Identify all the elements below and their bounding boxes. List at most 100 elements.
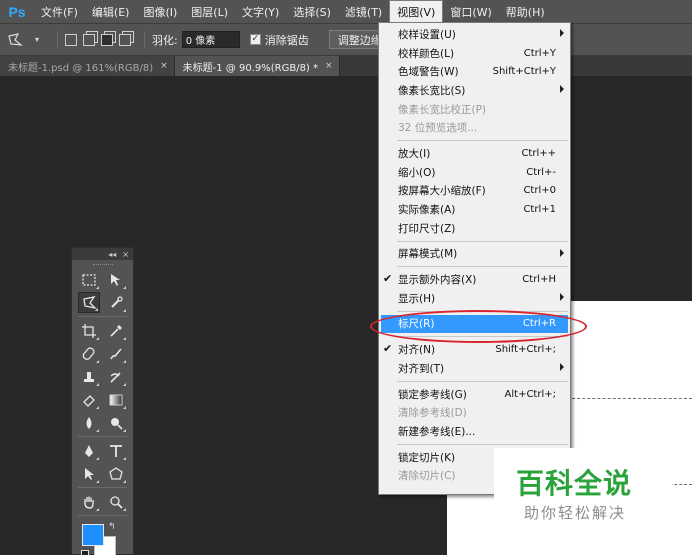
- menu-item-label: 对齐(N): [398, 344, 436, 357]
- close-tab-icon[interactable]: ×: [325, 61, 333, 71]
- menu-item[interactable]: ✔ 对齐(N) Shift+Ctrl+;: [379, 340, 570, 359]
- menu-item: 像素长宽比校正(P): [379, 100, 570, 119]
- close-icon[interactable]: ×: [122, 250, 129, 259]
- view-menu-dropdown: 校样设置(U) 校样颜色(L) Ctrl+Y 色域警告(W) Shift+Ctrl+Y 像…: [378, 22, 571, 495]
- subtract-selection-icon[interactable]: [101, 33, 113, 46]
- polygon-lasso-preset-icon[interactable]: [6, 31, 24, 49]
- feather-label: 羽化:: [152, 33, 178, 47]
- menu-2[interactable]: 图像(I): [136, 0, 184, 24]
- menu-item-shortcut: Shift+Ctrl+Y: [492, 66, 556, 78]
- submenu-arrow-icon: [560, 363, 564, 371]
- menu-6[interactable]: 滤镜(T): [338, 0, 389, 24]
- document-tab[interactable]: 未标题-1 @ 90.9%(RGB/8) * ×: [174, 56, 340, 76]
- menu-item-shortcut: Alt+Ctrl+;: [504, 388, 556, 400]
- path-select-icon[interactable]: [78, 463, 100, 484]
- menu-0[interactable]: 文件(F): [34, 0, 85, 24]
- menu-item-shortcut: Ctrl+Y: [523, 47, 556, 59]
- zoom-icon[interactable]: [105, 491, 127, 512]
- menu-separator: [397, 380, 568, 382]
- clone-stamp-icon[interactable]: [78, 366, 100, 387]
- menu-5[interactable]: 选择(S): [286, 0, 338, 24]
- history-brush-icon[interactable]: [105, 366, 127, 387]
- menu-item-label: 清除参考线(D): [398, 407, 467, 420]
- menu-9[interactable]: 帮助(H): [499, 0, 552, 24]
- menu-item-label: 锁定参考线(G): [398, 388, 467, 401]
- tool-row: [72, 291, 133, 314]
- close-tab-icon[interactable]: ×: [160, 61, 168, 71]
- menu-item-label: 像素长宽比(S): [398, 84, 466, 97]
- menu-item[interactable]: 按屏幕大小缩放(F) Ctrl+0: [379, 182, 570, 201]
- pen-icon[interactable]: [78, 440, 100, 461]
- menu-item-shortcut: Shift+Ctrl+;: [495, 344, 556, 356]
- hand-icon[interactable]: [78, 491, 100, 512]
- menu-item[interactable]: 色域警告(W) Shift+Ctrl+Y: [379, 62, 570, 81]
- menu-3[interactable]: 图层(L): [184, 0, 235, 24]
- submenu-arrow-icon: [560, 292, 564, 301]
- menu-1[interactable]: 编辑(E): [85, 0, 137, 24]
- intersect-selection-icon[interactable]: [119, 33, 131, 46]
- menu-item: 32 位预览选项...: [379, 118, 570, 137]
- menu-item[interactable]: 校样设置(U): [379, 25, 570, 44]
- dodge-icon[interactable]: [105, 412, 127, 433]
- quick-select-icon[interactable]: [105, 292, 127, 313]
- menu-item-label: 显示(H): [398, 292, 436, 305]
- divider: [78, 436, 127, 437]
- menu-item-shortcut: Ctrl+-: [526, 166, 556, 178]
- menu-item-label: 色域警告(W): [398, 66, 459, 79]
- menu-item[interactable]: 实际像素(A) Ctrl+1: [379, 200, 570, 219]
- menu-items: 文件(F) 编辑(E) 图像(I) 图层(L) 文字(Y) 选择(S) 滤镜(T) 视图(V)…: [34, 0, 552, 24]
- menu-item[interactable]: 像素长宽比(S): [379, 81, 570, 100]
- healing-brush-icon[interactable]: [78, 343, 100, 364]
- tool-row: [72, 439, 133, 462]
- menu-item[interactable]: 校样颜色(L) Ctrl+Y: [379, 44, 570, 63]
- watermark-subtitle: 助你轻松解决: [524, 504, 627, 522]
- eraser-icon[interactable]: [78, 389, 100, 410]
- collapse-icon[interactable]: ◂◂: [108, 250, 116, 259]
- drag-handle[interactable]: [72, 260, 133, 268]
- divider: [78, 487, 127, 488]
- crop-icon[interactable]: [78, 320, 100, 341]
- menu-7[interactable]: 视图(V): [389, 0, 444, 24]
- chevron-down-icon[interactable]: ▾: [28, 31, 46, 49]
- shape-icon[interactable]: [105, 463, 127, 484]
- menu-item-label: 对齐到(T): [398, 362, 445, 375]
- menu-item[interactable]: 放大(I) Ctrl++: [379, 144, 570, 163]
- menu-item-label: 校样颜色(L): [398, 47, 455, 60]
- blur-icon[interactable]: [78, 412, 100, 433]
- menu-item[interactable]: 锁定参考线(G) Alt+Ctrl+;: [379, 385, 570, 404]
- divider: [78, 515, 127, 516]
- add-selection-icon[interactable]: [83, 33, 95, 46]
- new-selection-icon[interactable]: [65, 33, 77, 46]
- feather-input[interactable]: 0 像素: [181, 31, 240, 48]
- menu-item[interactable]: 对齐到(T): [379, 359, 570, 378]
- move-icon[interactable]: [105, 269, 127, 290]
- photoshop-logo: Ps: [8, 3, 26, 20]
- swap-colors-icon[interactable]: ↰: [108, 522, 116, 532]
- tool-row: [72, 319, 133, 342]
- menu-item[interactable]: 缩小(O) Ctrl+-: [379, 163, 570, 182]
- menu-8[interactable]: 窗口(W): [443, 0, 498, 24]
- menu-item[interactable]: ✔ 显示额外内容(X) Ctrl+H: [379, 270, 570, 289]
- document-tab[interactable]: 未标题-1.psd @ 161%(RGB/8) ×: [0, 56, 175, 76]
- options-bar: ▾ 羽化: 0 像素 ✓ 消除锯齿 调整边缘...: [0, 24, 692, 56]
- antialias-checkbox[interactable]: ✓: [249, 34, 261, 45]
- tool-row: [72, 462, 133, 485]
- tools-panel: ◂◂ × ↰: [71, 247, 134, 555]
- menu-item[interactable]: 屏幕模式(M): [379, 245, 570, 264]
- gradient-icon[interactable]: [105, 389, 127, 410]
- menu-item-label: 按屏幕大小缩放(F): [398, 185, 486, 198]
- foreground-color-swatch[interactable]: [82, 524, 104, 546]
- menu-item[interactable]: 打印尺寸(Z): [379, 219, 570, 238]
- menu-item[interactable]: 新建参考线(E)...: [379, 422, 570, 441]
- eyedropper-icon[interactable]: [105, 320, 127, 341]
- divider: [78, 316, 127, 317]
- menu-4[interactable]: 文字(Y): [235, 0, 286, 24]
- menu-item[interactable]: 显示(H): [379, 289, 570, 308]
- tool-row: [72, 388, 133, 411]
- menu-separator: [397, 266, 568, 268]
- rect-marquee-icon[interactable]: [78, 269, 100, 290]
- brush-icon[interactable]: [105, 343, 127, 364]
- default-colors-icon[interactable]: [81, 550, 89, 555]
- type-icon[interactable]: [105, 440, 127, 461]
- polygon-lasso-icon[interactable]: [78, 292, 101, 313]
